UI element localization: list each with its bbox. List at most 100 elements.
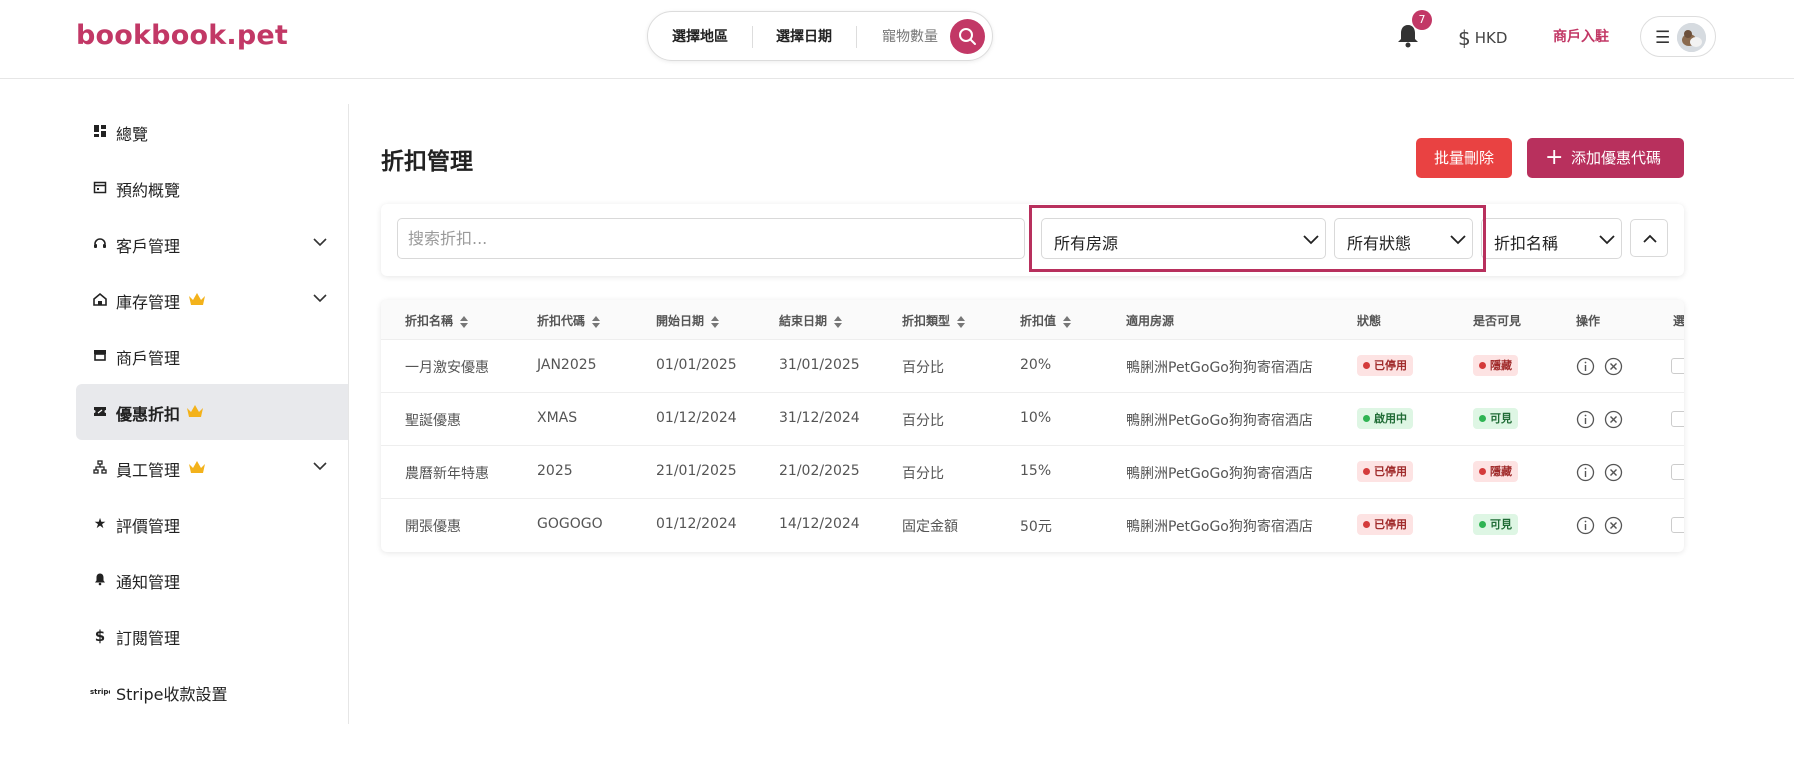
close-circle-icon[interactable] (1604, 516, 1623, 535)
column-header[interactable]: 折扣值 (1020, 312, 1072, 329)
visibility-badge: 可見 (1473, 514, 1518, 535)
chevron-down-icon[interactable] (312, 461, 328, 471)
merchant-join-link[interactable]: 商戶入駐 (1553, 26, 1609, 46)
filter-highlight-box (1029, 205, 1486, 272)
chevron-down-icon (1599, 235, 1615, 245)
sidebar-item-overview[interactable]: 總覽 (76, 104, 348, 160)
sidebar-item-discounts[interactable]: 優惠折扣 (76, 384, 348, 440)
sort-icon (711, 315, 720, 328)
table-row[interactable]: 聖誕優惠 XMAS 01/12/2024 31/12/2024 百分比 10% … (381, 393, 1684, 446)
discount-code: JAN2025 (537, 357, 597, 373)
add-coupon-button[interactable]: + 添加優惠代碼 (1527, 138, 1684, 178)
crown-icon (189, 461, 205, 473)
sidebar-item-label: 商戶管理 (116, 349, 181, 368)
info-icon[interactable] (1576, 463, 1595, 482)
sidebar-item-notifications[interactable]: 通知管理 (76, 552, 348, 608)
start-date: 01/01/2025 (656, 357, 737, 373)
column-header: 是否可見 (1473, 314, 1522, 328)
table-row[interactable]: 開張優惠 GOGOGO 01/12/2024 14/12/2024 固定金額 5… (381, 499, 1684, 552)
discount-name: 聖誕優惠 (405, 413, 461, 429)
sidebar-item-label: 預約概覽 (116, 181, 181, 200)
close-circle-icon[interactable] (1604, 463, 1623, 482)
sidebar-item-label: 庫存管理 (116, 293, 181, 312)
currency-selector[interactable]: $ HKD (1458, 24, 1508, 50)
row-checkbox[interactable] (1671, 517, 1684, 533)
column-header[interactable]: 折扣類型 (902, 312, 966, 329)
search-button[interactable] (950, 19, 985, 54)
chevron-down-icon[interactable] (312, 293, 328, 303)
sidebar-item-subscription[interactable]: $ 訂閱管理 (76, 608, 348, 664)
column-header: 適用房源 (1126, 314, 1175, 328)
crown-icon (187, 405, 203, 417)
close-circle-icon[interactable] (1604, 357, 1623, 376)
sidebar-item-label: 評價管理 (116, 517, 181, 536)
discount-name: 一月激安優惠 (405, 360, 489, 376)
column-header[interactable]: 開始日期 (656, 312, 720, 329)
status-badge: 已停用 (1357, 461, 1413, 482)
divider (752, 26, 753, 48)
visibility-badge: 隱藏 (1473, 461, 1518, 482)
sidebar-item-reviews[interactable]: ★ 評價管理 (76, 496, 348, 552)
search-bar[interactable]: 選擇地區 選擇日期 寵物數量 (647, 11, 993, 61)
house-icon (92, 292, 108, 308)
user-menu-button[interactable]: ☰ (1640, 16, 1716, 57)
end-date: 31/01/2025 (779, 357, 860, 373)
page-title: 折扣管理 (381, 149, 473, 175)
discount-type: 百分比 (902, 360, 944, 376)
sidebar-item-customers[interactable]: 客戶管理 (76, 216, 348, 272)
notification-badge: 7 (1412, 10, 1432, 30)
sort-order-button[interactable] (1630, 219, 1668, 257)
pet-count-selector[interactable]: 寵物數量 (882, 26, 938, 46)
sidebar-item-label: 訂閱管理 (116, 629, 181, 648)
sort-icon (957, 315, 966, 328)
table-header: 折扣名稱 折扣代碼 開始日期 結束日期 折扣類型 折扣值 適用房源 狀態 是否可… (381, 300, 1684, 340)
info-icon[interactable] (1576, 516, 1595, 535)
store-icon (92, 348, 108, 364)
dollar-icon: $ (94, 627, 106, 645)
sort-icon (834, 315, 843, 328)
region-selector[interactable]: 選擇地區 (672, 26, 728, 46)
currency-label: HKD (1474, 29, 1508, 47)
close-circle-icon[interactable] (1604, 410, 1623, 429)
sidebar-item-stripe[interactable]: stripe Stripe收款設置 (76, 664, 348, 720)
bulk-delete-button[interactable]: 批量刪除 (1416, 138, 1512, 178)
sidebar-item-merchant[interactable]: 商戶管理 (76, 328, 348, 384)
ticket-icon (92, 404, 108, 420)
discount-type: 百分比 (902, 413, 944, 429)
info-icon[interactable] (1576, 410, 1595, 429)
sidebar-item-bookings[interactable]: 預約概覽 (76, 160, 348, 216)
star-icon: ★ (93, 516, 107, 532)
sort-icon (1063, 315, 1072, 328)
end-date: 31/12/2024 (779, 410, 860, 426)
row-checkbox[interactable] (1671, 358, 1684, 374)
row-checkbox[interactable] (1671, 464, 1684, 480)
org-chart-icon (92, 460, 108, 476)
table-row[interactable]: 農曆新年特惠 2025 21/01/2025 21/02/2025 百分比 15… (381, 446, 1684, 499)
discount-search-input[interactable] (397, 218, 1025, 259)
logo[interactable]: bookbook.pet (76, 20, 288, 51)
sidebar-item-staff[interactable]: 員工管理 (76, 440, 348, 496)
applicable-property: 鴨脷洲PetGoGo狗狗寄宿酒店 (1126, 413, 1313, 429)
divider (856, 26, 857, 48)
start-date: 21/01/2025 (656, 463, 737, 479)
sort-by-select[interactable]: 折扣名稱 (1481, 218, 1622, 259)
column-header[interactable]: 折扣名稱 (405, 312, 469, 329)
start-date: 01/12/2024 (656, 516, 737, 532)
sidebar-item-inventory[interactable]: 庫存管理 (76, 272, 348, 328)
visibility-badge: 隱藏 (1473, 355, 1518, 376)
table-row[interactable]: 一月激安優惠 JAN2025 01/01/2025 31/01/2025 百分比… (381, 340, 1684, 393)
discount-value: 10% (1020, 410, 1052, 426)
column-header[interactable]: 結束日期 (779, 312, 843, 329)
chevron-up-icon (1643, 234, 1657, 243)
chevron-down-icon[interactable] (312, 237, 328, 247)
row-checkbox[interactable] (1671, 411, 1684, 427)
info-icon[interactable] (1576, 357, 1595, 376)
date-selector[interactable]: 選擇日期 (776, 26, 832, 46)
discount-table: 折扣名稱 折扣代碼 開始日期 結束日期 折扣類型 折扣值 適用房源 狀態 是否可… (381, 300, 1684, 552)
avatar (1677, 23, 1706, 52)
status-badge: 已停用 (1357, 355, 1413, 376)
stripe-icon: stripe (90, 684, 113, 700)
column-header[interactable]: 折扣代碼 (537, 312, 601, 329)
discount-type: 百分比 (902, 466, 944, 482)
end-date: 21/02/2025 (779, 463, 860, 479)
